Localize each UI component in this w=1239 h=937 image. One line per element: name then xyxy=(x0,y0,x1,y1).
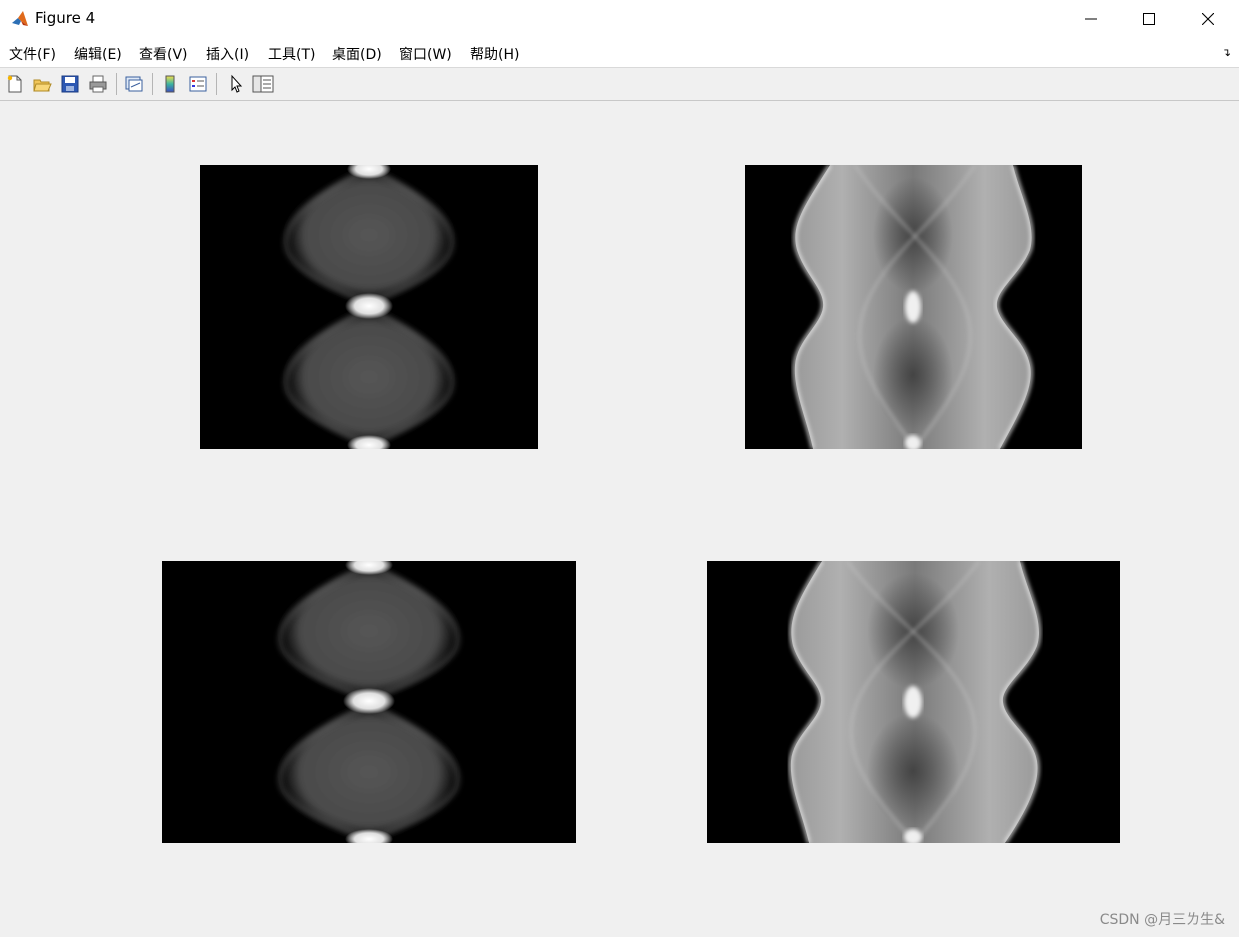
menu-insert[interactable]: 插入(I) xyxy=(206,44,249,64)
menu-file[interactable]: 文件(F) xyxy=(9,44,56,64)
minimize-button[interactable] xyxy=(1062,0,1120,38)
new-figure-icon xyxy=(7,75,22,93)
sinogram-wide-top-right[interactable] xyxy=(745,165,1082,449)
edit-plot-button[interactable] xyxy=(224,72,248,96)
menu-help[interactable]: 帮助(H) xyxy=(470,44,519,64)
maximize-button[interactable] xyxy=(1120,0,1178,38)
edit-plot-cursor-icon xyxy=(231,74,243,93)
save-button[interactable] xyxy=(58,72,82,96)
toolbar-separator xyxy=(116,73,117,95)
sinogram-wide-bottom-right[interactable] xyxy=(707,561,1120,843)
insert-colorbar-button[interactable] xyxy=(158,72,182,96)
open-file-button[interactable] xyxy=(30,72,54,96)
matlab-logo-icon xyxy=(10,9,30,29)
property-inspector-button[interactable] xyxy=(251,72,275,96)
dock-arrow-icon[interactable]: ↴ xyxy=(1222,46,1231,59)
close-icon xyxy=(1202,13,1214,25)
menu-edit[interactable]: 编辑(E) xyxy=(74,44,122,64)
maximize-icon xyxy=(1143,13,1155,25)
link-plot-icon xyxy=(125,76,143,92)
toolbar xyxy=(0,68,1239,101)
property-inspector-icon xyxy=(252,75,274,93)
sinogram-image xyxy=(276,561,462,843)
toolbar-separator xyxy=(152,73,153,95)
link-plot-button[interactable] xyxy=(122,72,146,96)
save-icon xyxy=(61,75,79,93)
print-button[interactable] xyxy=(86,72,110,96)
close-button[interactable] xyxy=(1179,0,1237,38)
menu-desktop[interactable]: 桌面(D) xyxy=(332,44,382,64)
sinogram-image xyxy=(789,561,1041,843)
sinogram-narrow-top-left[interactable] xyxy=(200,165,538,449)
menu-view[interactable]: 查看(V) xyxy=(139,44,188,64)
open-file-icon xyxy=(33,79,52,92)
toolbar-separator xyxy=(216,73,217,95)
menu-window[interactable]: 窗口(W) xyxy=(399,44,452,64)
insert-legend-icon xyxy=(189,76,207,92)
print-icon xyxy=(89,75,107,93)
title-bar: Figure 4 xyxy=(0,0,1239,38)
figure-canvas[interactable]: CSDN @月三ㄌ生& xyxy=(0,101,1239,937)
menu-bar: 文件(F) 编辑(E) 查看(V) 插入(I) 工具(T) 桌面(D) 窗口(W… xyxy=(0,38,1239,68)
insert-legend-button[interactable] xyxy=(186,72,210,96)
new-figure-button[interactable] xyxy=(3,72,27,96)
insert-colorbar-icon xyxy=(165,75,175,93)
menu-tools[interactable]: 工具(T) xyxy=(268,44,315,64)
sinogram-narrow-bottom-left[interactable] xyxy=(162,561,576,843)
sinogram-image xyxy=(282,165,456,449)
sinogram-image xyxy=(793,165,1034,449)
watermark: CSDN @月三ㄌ生& xyxy=(1099,912,1225,928)
window-title: Figure 4 xyxy=(35,9,96,27)
minimize-icon xyxy=(1085,18,1097,20)
